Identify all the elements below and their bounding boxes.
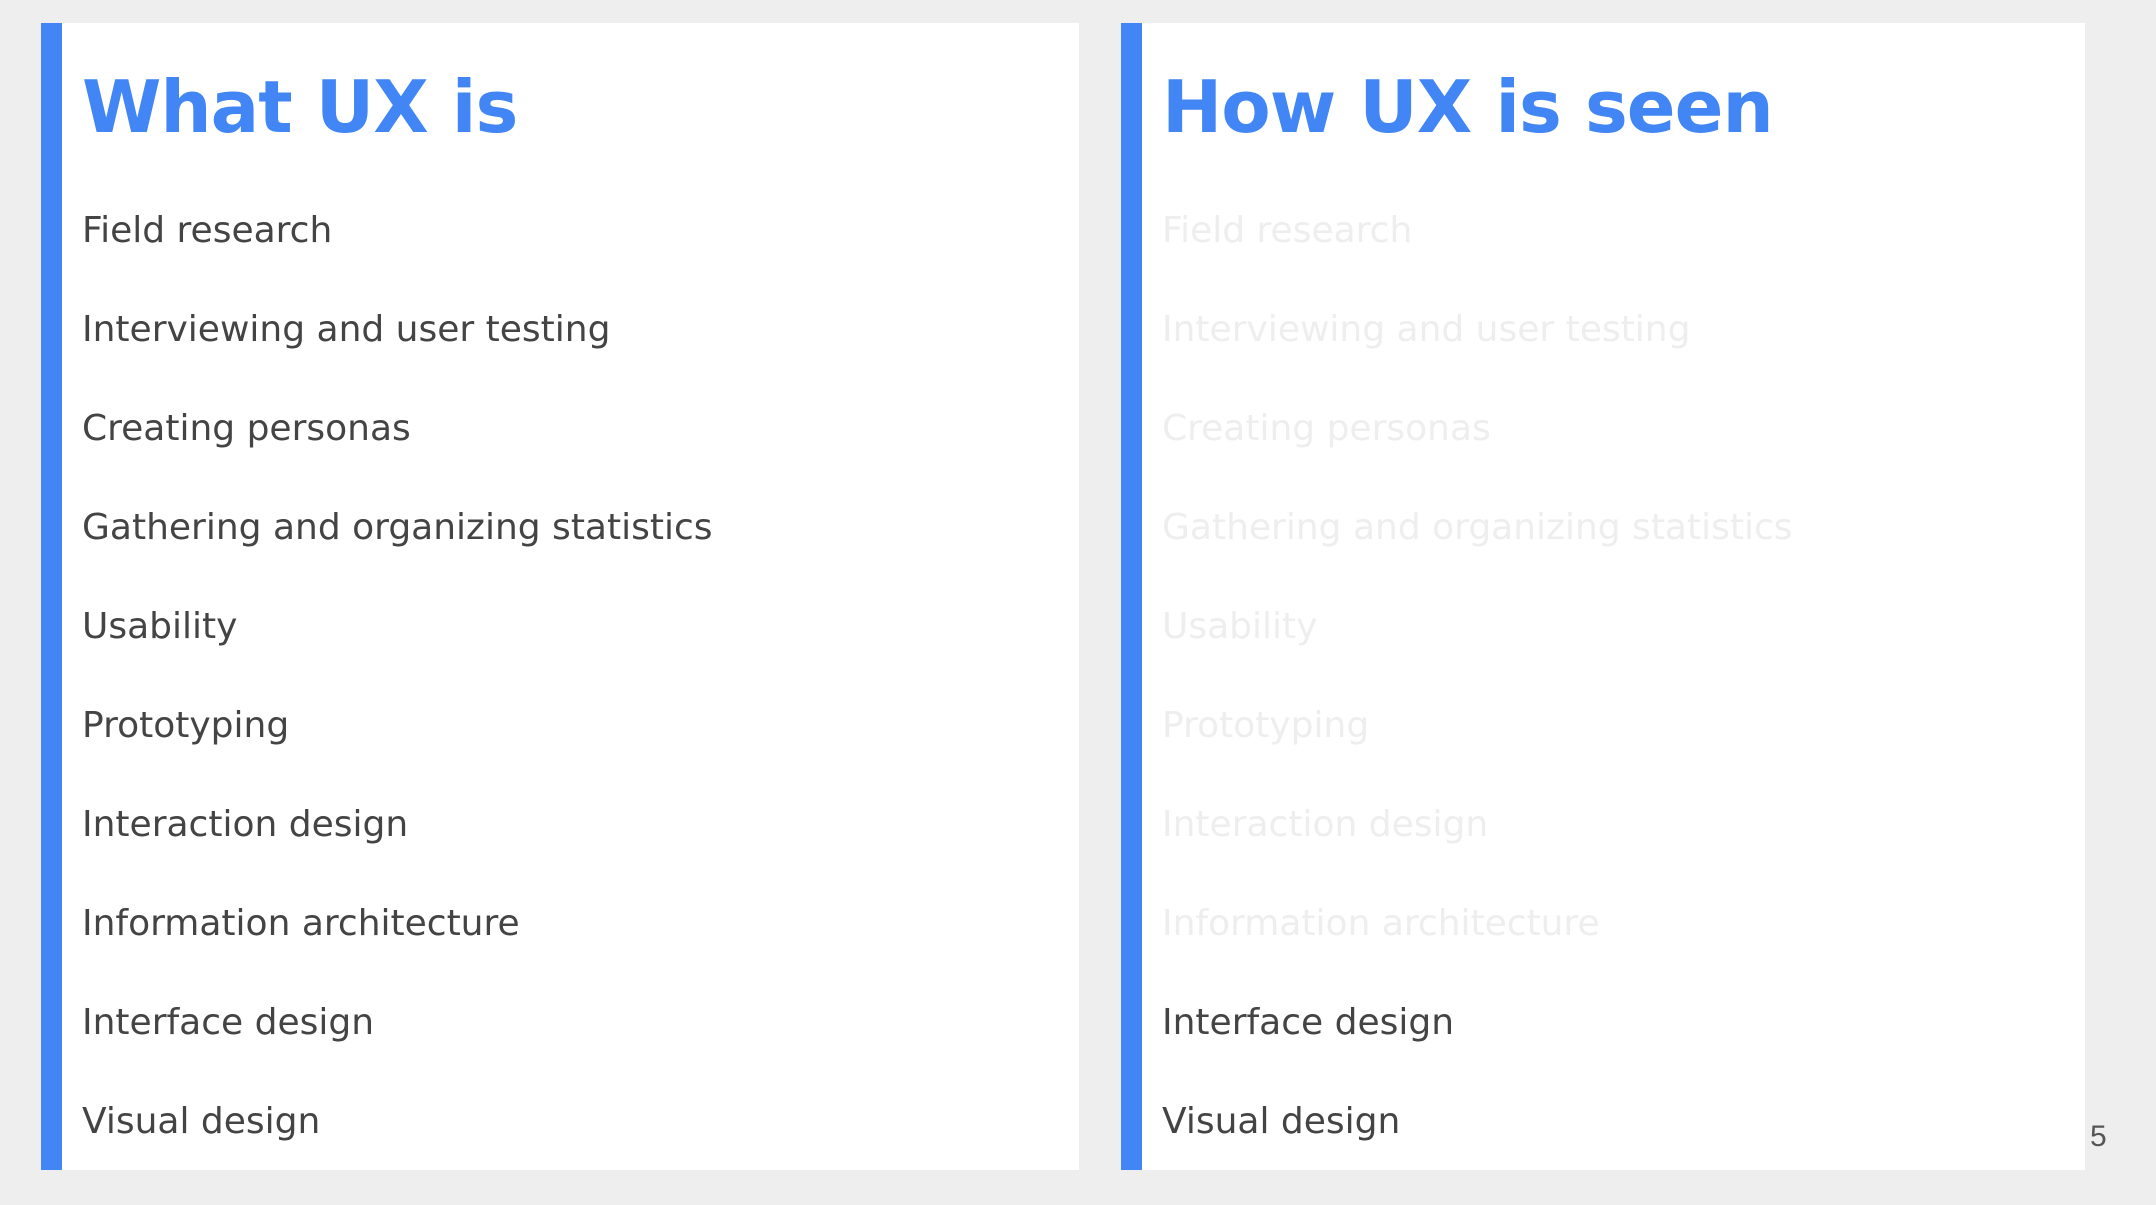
list-item: Field research xyxy=(1162,210,1413,251)
list-item: Visual design xyxy=(82,1101,321,1142)
list-item: Interaction design xyxy=(1162,804,1489,845)
list-item: Prototyping xyxy=(82,705,290,746)
activity-list: Field research Interviewing and user tes… xyxy=(1162,201,1793,1191)
page-number: 5 xyxy=(2090,1120,2107,1153)
list-item: Information architecture xyxy=(1162,903,1600,944)
list-item: Gathering and organizing statistics xyxy=(1162,507,1793,548)
activity-list: Field research Interviewing and user tes… xyxy=(82,201,713,1191)
what-ux-is-panel: What UX is Field research Interviewing a… xyxy=(41,23,1079,1170)
list-item: Interface design xyxy=(82,1002,375,1043)
list-item: Interviewing and user testing xyxy=(1162,309,1691,350)
list-item: Creating personas xyxy=(1162,408,1491,449)
list-item: Interface design xyxy=(1162,1002,1455,1043)
list-item: Prototyping xyxy=(1162,705,1370,746)
list-item: Interviewing and user testing xyxy=(82,309,611,350)
list-item: Gathering and organizing statistics xyxy=(82,507,713,548)
accent-bar xyxy=(1121,23,1142,1170)
list-item: Field research xyxy=(82,210,333,251)
list-item: Usability xyxy=(1162,606,1318,647)
list-item: Interaction design xyxy=(82,804,409,845)
panel-title: What UX is xyxy=(82,65,518,149)
panel-title: How UX is seen xyxy=(1162,65,1774,149)
how-ux-is-seen-panel: How UX is seen Field research Interviewi… xyxy=(1121,23,2085,1170)
accent-bar xyxy=(41,23,62,1170)
list-item: Visual design xyxy=(1162,1101,1401,1142)
list-item: Usability xyxy=(82,606,238,647)
list-item: Information architecture xyxy=(82,903,520,944)
list-item: Creating personas xyxy=(82,408,411,449)
